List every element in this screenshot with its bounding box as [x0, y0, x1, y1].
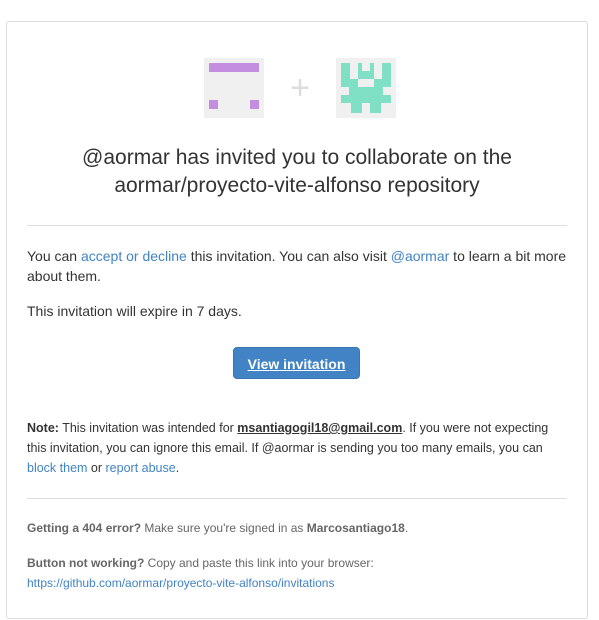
invitation-url-line: https://github.com/aormar/proyecto-vite-…: [27, 573, 567, 593]
divider-bottom: [27, 498, 567, 499]
error-label: Getting a 404 error?: [27, 521, 142, 535]
invitation-url-link[interactable]: https://github.com/aormar/proyecto-vite-…: [27, 576, 334, 590]
intro-paragraph: You can accept or decline this invitatio…: [27, 246, 567, 286]
error-end: .: [404, 521, 409, 535]
view-invitation-button[interactable]: View invitation: [233, 347, 360, 379]
identicon-inviter: [204, 58, 264, 118]
user-profile-link[interactable]: @aormar: [391, 248, 450, 264]
inviter-avatar: [204, 58, 264, 118]
button-not-working-label: Button not working?: [27, 556, 145, 570]
title-line-2: aormar/proyecto-vite-alfonso repository: [114, 174, 480, 197]
note-text-3: or: [87, 461, 106, 475]
error-hint: Getting a 404 error? Make sure you're si…: [27, 518, 567, 538]
divider-top: [27, 225, 567, 226]
repo-avatar: [336, 58, 396, 118]
title-line-1: @aormar has invited you to collaborate o…: [82, 146, 512, 169]
invitation-title: @aormar has invited you to collaborate o…: [7, 144, 587, 200]
report-abuse-link[interactable]: report abuse: [106, 461, 176, 475]
error-text: Make sure you're signed in as: [141, 521, 307, 535]
accept-decline-link[interactable]: accept or decline: [81, 248, 187, 264]
signed-in-username: Marcosantiago18: [306, 521, 405, 535]
identicon-repo: [336, 58, 396, 118]
intro-text-1: You can: [27, 248, 81, 264]
button-fallback-text: Copy and paste this link into your brows…: [144, 556, 374, 570]
email-link[interactable]: msantiagogil18@gmail.com: [237, 421, 402, 435]
note-text-1: This invitation was intended for: [58, 421, 238, 435]
avatars-row: +: [204, 58, 396, 118]
note-text-4: .: [175, 461, 180, 475]
note-paragraph: Note: This invitation was intended for m…: [27, 418, 567, 478]
expiry-text: This invitation will expire in 7 days.: [27, 303, 242, 319]
block-user-link[interactable]: block them: [27, 461, 87, 475]
button-fallback-hint: Button not working? Copy and paste this …: [27, 553, 567, 573]
plus-sign: +: [290, 69, 310, 107]
note-label: Note:: [27, 421, 59, 435]
invitation-card: + @aormar has invited you to collaborate…: [6, 21, 588, 619]
intro-text-2: this invitation. You can also visit: [186, 248, 391, 264]
